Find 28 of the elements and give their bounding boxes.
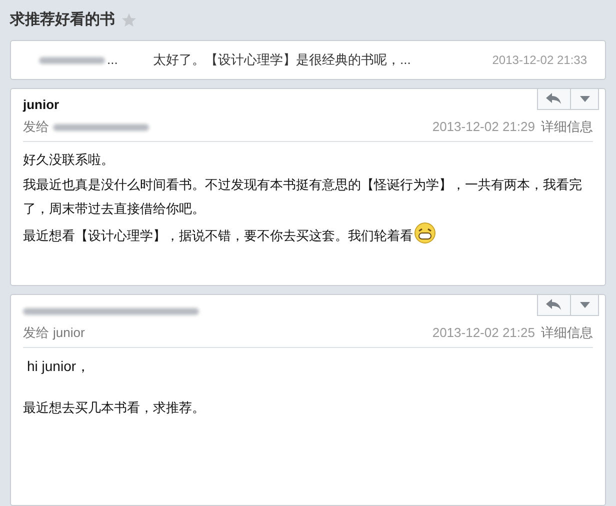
details-link[interactable]: 详细信息 [541, 323, 593, 343]
details-link[interactable]: 详细信息 [541, 117, 593, 137]
star-icon[interactable] [121, 12, 137, 28]
to-label: 发给 [23, 118, 49, 136]
collapsed-message[interactable]: ... 太好了。【设计心理学】是很经典的书呢，... 2013-12-02 21:33 [10, 40, 606, 80]
to-label: 发给 [23, 324, 49, 342]
message-paragraph: 最近想看【设计心理学】，据说不错，要不你去买这套。我们轮着看 [23, 222, 593, 248]
message-paragraph: 最近想去买几本书看，求推荐。 [23, 399, 206, 417]
redacted-text [39, 56, 105, 64]
more-button[interactable] [571, 294, 599, 316]
sender-name: ... [107, 51, 118, 70]
sender-name: junior [23, 96, 60, 114]
message-date: 2013-12-02 21:29 [432, 118, 535, 136]
message-paragraph: 我最近也真是没什么时间看书。不过发现有本书挺有意思的【怪诞行为学】，一共有两本，我看完了，周末带过去直接借给你吧。 [23, 176, 583, 218]
message-snippet: 太好了。【设计心理学】是很经典的书呢，... [153, 51, 412, 70]
reply-button[interactable] [537, 294, 571, 316]
message-paragraph: hi junior， [26, 357, 92, 376]
more-button[interactable] [571, 88, 599, 110]
message-date: 2013-12-02 21:33 [492, 52, 587, 69]
reply-button[interactable] [537, 88, 571, 110]
thread-subject: 求推荐好看的书 [10, 10, 115, 30]
recipient-name: junior [53, 324, 85, 342]
caret-icon [580, 96, 590, 102]
caret-icon [580, 302, 590, 308]
reply-icon [546, 93, 562, 105]
reply-icon [546, 299, 562, 311]
message-paragraph: 好久没联系啦。 [23, 151, 115, 169]
message-date: 2013-12-02 21:25 [432, 324, 535, 342]
